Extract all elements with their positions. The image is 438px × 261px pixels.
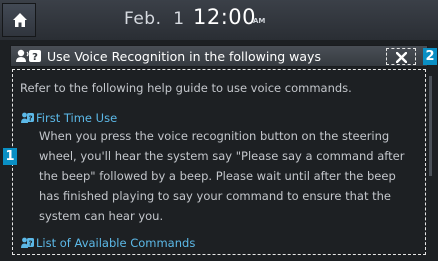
- section-heading-label: First Time Use: [36, 111, 118, 125]
- paragraph-line: has finished playing to say your command…: [39, 189, 392, 203]
- close-button[interactable]: [386, 48, 416, 65]
- dialog-title-bar: ? Use Voice Recognition in the following…: [10, 45, 428, 67]
- voice-help-icon: ?: [16, 49, 41, 63]
- svg-text:?: ?: [28, 115, 32, 123]
- close-icon: [396, 52, 407, 63]
- callout-badge-2: 2: [423, 48, 437, 65]
- ampm-indicator: AM: [253, 17, 266, 25]
- intro-text: Refer to the following help guide to use…: [20, 81, 352, 95]
- paragraph-line: the beep" followed by a beep. Please wai…: [39, 169, 396, 183]
- clock-display: 12:00: [193, 5, 257, 29]
- date-display: Feb. 1: [124, 9, 185, 29]
- paragraph-line: When you press the voice recognition but…: [39, 129, 390, 143]
- screen: Feb. 1 12:00 AM ? Use Voice Recognition …: [0, 0, 438, 261]
- status-bar: Feb. 1 12:00 AM: [0, 0, 438, 40]
- paragraph-line: wheel, you'll hear the system say "Pleas…: [39, 149, 405, 163]
- help-content-area[interactable]: Refer to the following help guide to use…: [12, 69, 426, 255]
- svg-text:?: ?: [28, 240, 32, 248]
- home-icon: [13, 13, 27, 27]
- dialog-title: Use Voice Recognition in the following w…: [47, 49, 321, 64]
- scrollbar[interactable]: [429, 76, 432, 176]
- paragraph-line: system can hear you.: [39, 209, 164, 223]
- svg-text:?: ?: [32, 52, 38, 63]
- home-button[interactable]: [2, 3, 36, 37]
- callout-badge-1: 1: [3, 148, 17, 165]
- voice-help-icon: ?: [21, 237, 34, 248]
- section-heading-label: List of Available Commands: [36, 236, 196, 250]
- voice-help-icon: ?: [21, 112, 34, 123]
